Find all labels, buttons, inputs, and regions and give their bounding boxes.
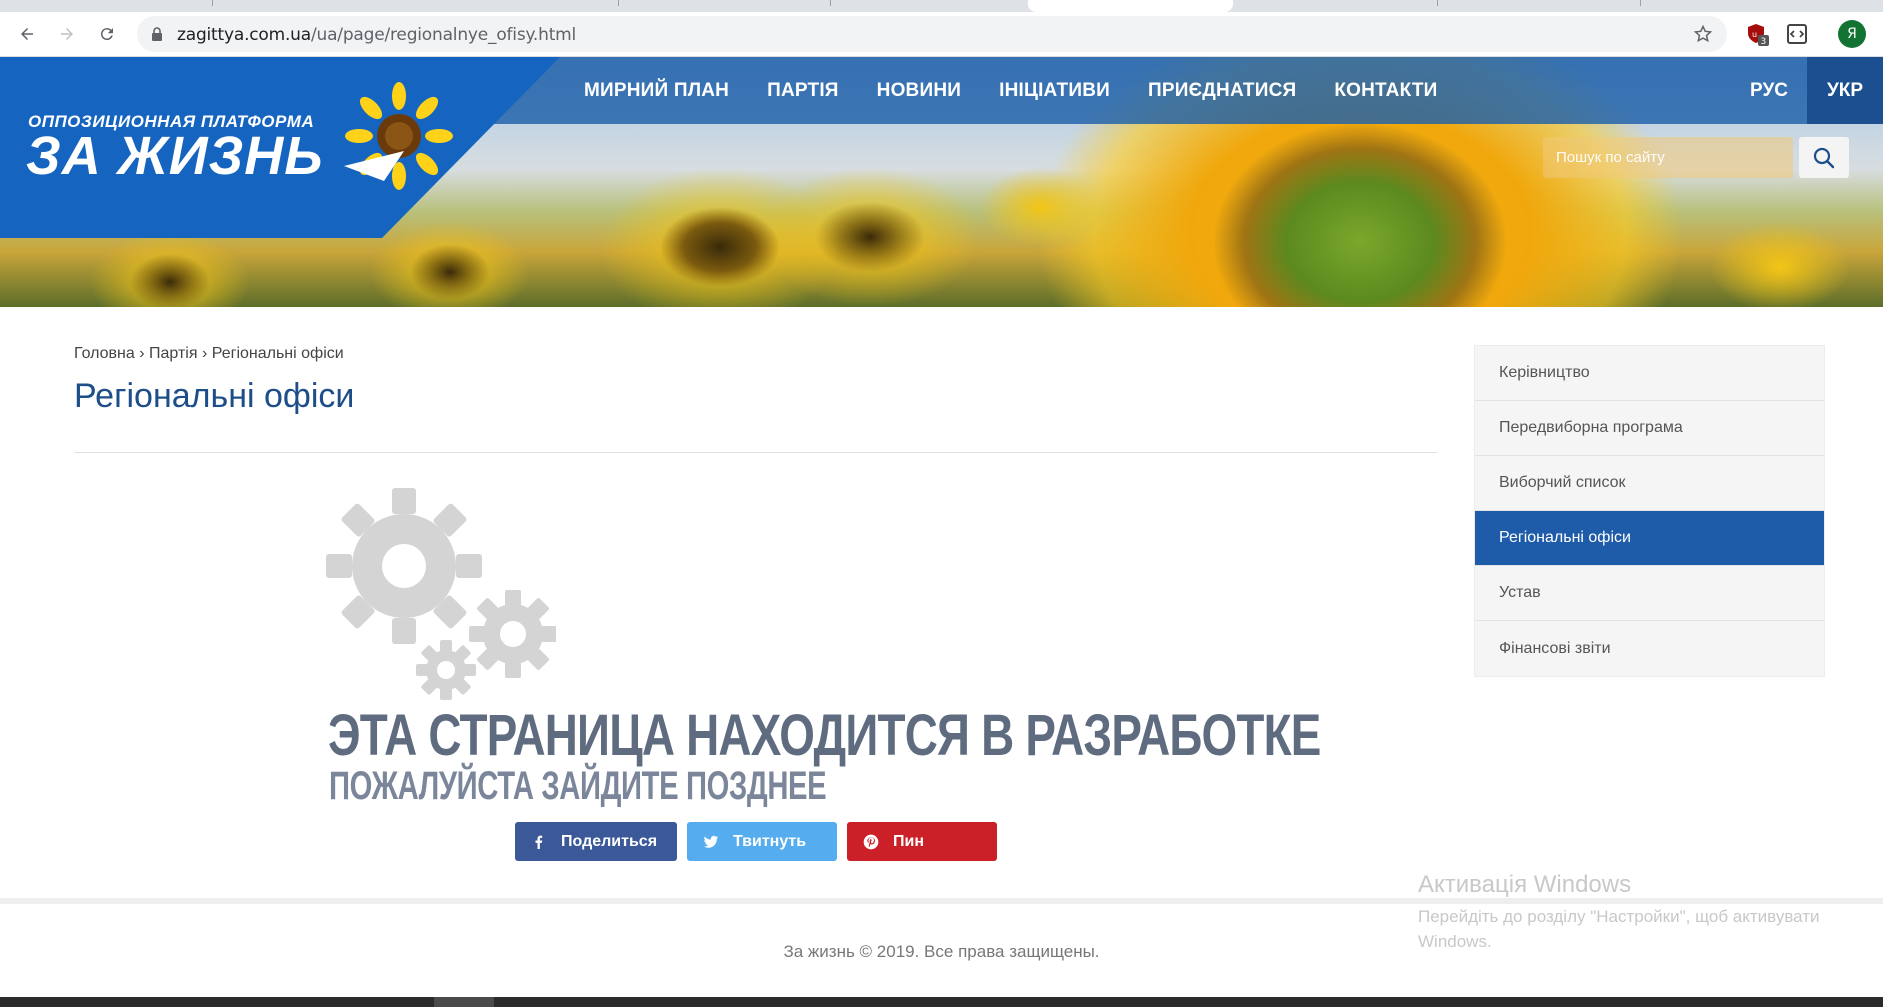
reload-button[interactable] <box>91 18 123 50</box>
nav-initiatives[interactable]: ІНІЦІАТИВИ <box>999 80 1110 102</box>
sidebar-item-electoral-list[interactable]: Виборчий список <box>1475 456 1824 511</box>
facebook-icon <box>531 834 547 850</box>
tab-separator <box>212 0 213 6</box>
ublock-extension-icon[interactable]: u3 <box>1745 21 1771 47</box>
logo-title[interactable]: ЗА ЖИЗНЬ <box>26 129 324 183</box>
tab-separator <box>618 0 619 6</box>
nav-contacts[interactable]: КОНТАКТИ <box>1334 80 1437 102</box>
browser-toolbar: zagittya.com.ua/ua/page/regionalnye_ofis… <box>0 12 1883 57</box>
windows-activation-subtitle: Перейдіть до розділу "Настройки", щоб ак… <box>1418 907 1820 951</box>
browser-tab[interactable] <box>0 0 340 12</box>
sunflower-logo-icon <box>344 82 453 190</box>
pinterest-icon <box>863 834 879 850</box>
os-taskbar <box>0 997 1883 1007</box>
tab-separator <box>1437 0 1438 6</box>
breadcrumb: Головна › Партія › Регіональні офіси <box>74 345 344 363</box>
breadcrumb-party[interactable]: Партія <box>149 345 198 362</box>
arrow-left-icon <box>21 28 33 40</box>
extension-badge: 3 <box>1761 37 1767 47</box>
search-button[interactable] <box>1799 137 1849 178</box>
sidebar-item-leadership[interactable]: Керівництво <box>1475 346 1824 401</box>
address-bar[interactable]: zagittya.com.ua/ua/page/regionalnye_ofis… <box>137 16 1727 52</box>
sidebar-item-election-program[interactable]: Передвиборна програма <box>1475 401 1824 456</box>
nav-party[interactable]: ПАРТІЯ <box>767 80 839 102</box>
twitter-share-button[interactable]: Твитнуть <box>687 822 837 861</box>
breadcrumb-separator: › <box>197 345 212 362</box>
breadcrumb-separator: › <box>134 345 150 362</box>
browser-tab-strip <box>0 0 1883 12</box>
url-path: /ua/page/regionalnye_ofisy.html <box>310 25 577 45</box>
facebook-share-label: Поделиться <box>561 832 658 850</box>
taskbar-active-app[interactable] <box>434 997 494 1007</box>
twitter-icon <box>703 834 719 850</box>
arrow-right-icon <box>61 28 73 40</box>
facebook-share-button[interactable]: Поделиться <box>515 822 677 861</box>
browser-tab-active[interactable] <box>1028 0 1233 12</box>
tab-separator <box>830 0 831 6</box>
twitter-share-label: Твитнуть <box>733 832 807 850</box>
url-text[interactable]: zagittya.com.ua/ua/page/regionalnye_ofis… <box>177 25 576 45</box>
lock-icon <box>152 27 162 41</box>
site-header: ОППОЗИЦИОННАЯ ПЛАТФОРМА ЗА ЖИЗНЬ МИРНИЙ … <box>0 57 1883 307</box>
breadcrumb-current: Регіональні офіси <box>211 345 344 362</box>
dev-notice-heading: ЭТА СТРАНИЦА НАХОДИТСЯ В РАЗРАБОТКЕ <box>328 703 1321 768</box>
windows-activation-title: Активація Windows <box>1418 871 1632 898</box>
breadcrumb-home[interactable]: Головна <box>74 345 135 362</box>
pinterest-share-button[interactable]: Пин <box>847 822 997 861</box>
url-host: zagittya.com.ua <box>177 25 311 45</box>
site-search-input[interactable] <box>1543 137 1793 178</box>
svg-text:u: u <box>1752 30 1757 39</box>
forward-button[interactable] <box>51 18 83 50</box>
lang-rus[interactable]: РУС <box>1720 57 1818 124</box>
sidebar-item-charter[interactable]: Устав <box>1475 566 1824 621</box>
nav-news[interactable]: НОВИНИ <box>877 80 961 102</box>
sidebar-item-regional-offices[interactable]: Регіональні офіси <box>1475 511 1824 566</box>
lang-ukr[interactable]: УКР <box>1807 57 1883 124</box>
reload-icon <box>100 28 113 41</box>
search-icon <box>1813 147 1835 168</box>
profile-avatar[interactable]: Я <box>1838 20 1866 48</box>
section-sidebar: Керівництво Передвиборна програма Виборч… <box>1474 345 1825 677</box>
pinterest-share-label: Пин <box>893 832 924 850</box>
nav-join[interactable]: ПРИЄДНАТИСЯ <box>1148 80 1296 102</box>
bookmark-star-icon[interactable] <box>1693 24 1713 44</box>
devtools-extension-icon[interactable] <box>1784 21 1810 47</box>
back-button[interactable] <box>11 18 43 50</box>
tab-separator <box>1640 0 1641 6</box>
dev-notice-subheading: ПОЖАЛУЙСТА ЗАЙДИТЕ ПОЗДНЕЕ <box>329 764 827 808</box>
page-title: Регіональні офіси <box>74 377 355 415</box>
main-nav: МИРНИЙ ПЛАН ПАРТІЯ НОВИНИ ІНІЦІАТИВИ ПРИ… <box>584 57 1476 124</box>
sidebar-item-financial-reports[interactable]: Фінансові звіти <box>1475 621 1824 676</box>
nav-peace-plan[interactable]: МИРНИЙ ПЛАН <box>584 80 729 102</box>
title-divider <box>74 452 1437 453</box>
gears-icon <box>326 488 556 700</box>
